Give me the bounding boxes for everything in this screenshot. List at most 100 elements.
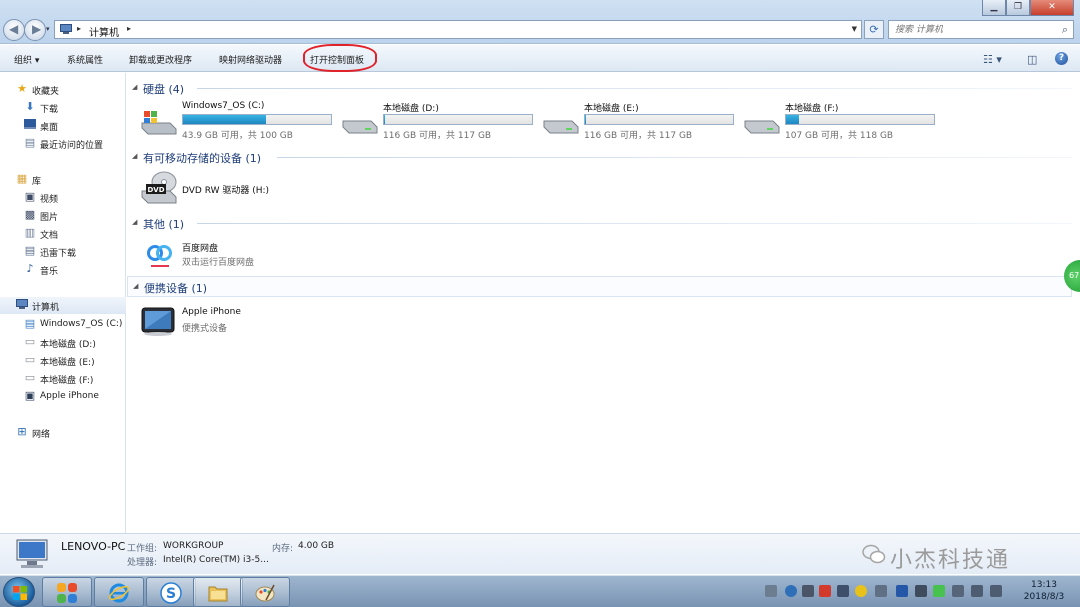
breadcrumb-computer[interactable]: 计算机 <box>89 24 119 39</box>
processor-label: 处理器: <box>127 558 158 568</box>
collapse-icon[interactable]: ◢ <box>132 152 137 160</box>
refresh-button[interactable]: ⟳ <box>864 20 884 39</box>
search-input[interactable] <box>895 22 1045 37</box>
preview-pane-icon[interactable]: ◫ <box>1027 53 1037 66</box>
nav-label: 迅雷下载 <box>40 249 77 259</box>
nav-computer[interactable]: 计算机 <box>0 297 126 314</box>
drive-d-tile[interactable]: 本地磁盘 (D:) 116 GB 可用，共 117 GB <box>341 101 541 141</box>
nav-drive-f[interactable]: ▭ 本地磁盘 (F:) <box>0 370 126 387</box>
memory-label: 内存: <box>272 544 294 554</box>
nav-documents[interactable]: ▥ 文档 <box>0 225 126 242</box>
group-header-hard-disks[interactable]: ◢ 硬盘 (4) <box>127 79 1072 97</box>
tray-app-icon[interactable] <box>802 585 814 597</box>
paint-palette-icon <box>255 584 275 602</box>
hard-drive-icon <box>342 120 378 134</box>
drive-usage-fill <box>384 115 386 124</box>
tray-app-icon[interactable] <box>837 585 849 597</box>
video-icon: ▣ <box>24 190 36 203</box>
nav-network[interactable]: ⊞ 网络 <box>0 424 126 441</box>
search-icon[interactable]: ⌕ <box>1062 23 1068 37</box>
start-button[interactable] <box>3 577 35 607</box>
nav-label: 图片 <box>40 213 59 223</box>
apple-iphone-tile[interactable]: Apple iPhone 便携式设备 <box>140 303 300 343</box>
nav-videos[interactable]: ▣ 视频 <box>0 189 126 206</box>
close-button[interactable]: ✕ <box>1030 0 1074 16</box>
organize-menu[interactable]: 组织 ▾ <box>14 53 39 66</box>
taskbar-360-app[interactable] <box>42 577 92 607</box>
nav-apple-iphone[interactable]: ▣ Apple iPhone <box>0 388 126 405</box>
recent-pages-dropdown-icon[interactable]: ▾ <box>46 25 50 33</box>
forward-button[interactable]: ▶ <box>24 19 46 41</box>
nav-drive-e[interactable]: ▭ 本地磁盘 (E:) <box>0 352 126 369</box>
maximize-button[interactable]: ❐ <box>1006 0 1030 16</box>
map-network-drive-button[interactable]: 映射网络驱动器 <box>219 53 282 66</box>
address-bar[interactable]: ▸ 计算机 ▸ ▼ <box>54 20 862 39</box>
refresh-icon: ⟳ <box>869 23 879 36</box>
hard-drive-icon: ▭ <box>24 353 36 366</box>
drive-f-tile[interactable]: 本地磁盘 (F:) 107 GB 可用，共 118 GB <box>743 101 943 141</box>
recent-places-icon: ▤ <box>24 136 36 149</box>
network-tray-icon[interactable] <box>971 585 983 597</box>
color-blocks-app-icon <box>57 583 77 603</box>
taskbar-sogou-browser[interactable]: S <box>146 577 196 607</box>
nav-drive-c[interactable]: ▤ Windows7_OS (C:) <box>0 316 126 333</box>
battery-icon[interactable] <box>933 585 945 597</box>
nav-favorites[interactable]: ★ 收藏夹 <box>0 81 126 98</box>
group-header-other[interactable]: ◢ 其他 (1) <box>127 214 1072 232</box>
change-view-icon[interactable]: ☷ ▾ <box>983 53 1002 66</box>
nav-music[interactable]: ♪ 音乐 <box>0 261 126 278</box>
bluetooth-icon[interactable] <box>896 585 908 597</box>
system-clock[interactable]: 13:13 2018/8/3 <box>1012 579 1076 603</box>
keyboard-icon[interactable] <box>765 585 777 597</box>
group-header-portable[interactable]: ◢ 便携设备 (1) <box>127 276 1072 297</box>
security-shield-icon[interactable] <box>855 585 867 597</box>
wechat-watermark-icon <box>862 544 886 564</box>
folder-icon: ▤ <box>24 244 36 257</box>
search-box[interactable]: ⌕ <box>888 20 1074 39</box>
hard-drive-icon <box>744 120 780 134</box>
nav-libraries[interactable]: ▦ 库 <box>0 171 126 188</box>
nav-label: Windows7_OS (C:) <box>40 319 123 329</box>
nav-recent-places[interactable]: ▤ 最近访问的位置 <box>0 135 126 152</box>
drive-space-info: 116 GB 可用，共 117 GB <box>584 131 693 141</box>
system-properties-button[interactable]: 系统属性 <box>67 53 103 66</box>
flag-icon[interactable] <box>952 585 964 597</box>
drive-name: 本地磁盘 (F:) <box>785 104 839 114</box>
nav-downloads[interactable]: ⬇ 下载 <box>0 99 126 116</box>
help-icon[interactable]: ? <box>1055 52 1068 65</box>
antivirus-icon[interactable] <box>819 585 831 597</box>
workgroup-value: WORKGROUP <box>163 541 224 551</box>
sogou-browser-icon: S <box>160 582 182 604</box>
drive-e-tile[interactable]: 本地磁盘 (E:) 116 GB 可用，共 117 GB <box>542 101 742 141</box>
drive-c-tile[interactable]: Windows7_OS (C:) 43.9 GB 可用，共 100 GB <box>140 101 340 141</box>
group-header-removable[interactable]: ◢ 有可移动存储的设备 (1) <box>127 148 1072 166</box>
collapse-icon[interactable]: ◢ <box>133 282 138 290</box>
back-button[interactable]: ◀ <box>3 19 25 41</box>
baidu-netdisk-tile[interactable]: 百度网盘 双击运行百度网盘 <box>145 236 305 276</box>
nav-thunder-downloads[interactable]: ▤ 迅雷下载 <box>0 243 126 260</box>
address-dropdown-icon[interactable]: ▼ <box>852 25 857 33</box>
nav-drive-d[interactable]: ▭ 本地磁盘 (D:) <box>0 334 126 351</box>
collapse-icon[interactable]: ◢ <box>132 83 137 91</box>
tray-app-icon[interactable] <box>875 585 887 597</box>
taskbar-internet-explorer[interactable] <box>94 577 144 607</box>
dvd-drive-icon: DVD <box>141 171 177 204</box>
tray-app-icon[interactable] <box>915 585 927 597</box>
breadcrumb-separator-icon[interactable]: ▸ <box>77 24 81 33</box>
minimize-button[interactable]: ▁ <box>982 0 1006 16</box>
volume-icon[interactable] <box>990 585 1002 597</box>
nav-label: 最近访问的位置 <box>40 141 104 151</box>
collapse-icon[interactable]: ◢ <box>132 218 137 226</box>
taskbar-windows-explorer[interactable] <box>193 577 243 607</box>
drive-usage-fill <box>183 115 266 124</box>
nav-pictures[interactable]: ▩ 图片 <box>0 207 126 224</box>
uninstall-program-button[interactable]: 卸载或更改程序 <box>129 53 192 66</box>
window-controls: ▁ ❐ ✕ <box>982 0 1074 16</box>
nav-desktop[interactable]: 桌面 <box>0 117 126 134</box>
taskbar-paint[interactable] <box>240 577 290 607</box>
help-tray-icon[interactable] <box>785 585 797 597</box>
dvd-drive-tile[interactable]: DVD DVD RW 驱动器 (H:) <box>140 169 300 209</box>
breadcrumb-separator-icon[interactable]: ▸ <box>127 24 131 33</box>
nav-label: 计算机 <box>32 303 60 313</box>
file-list: ◢ 硬盘 (4) Windows7_OS (C:) 43.9 GB 可用，共 1… <box>127 73 1080 533</box>
